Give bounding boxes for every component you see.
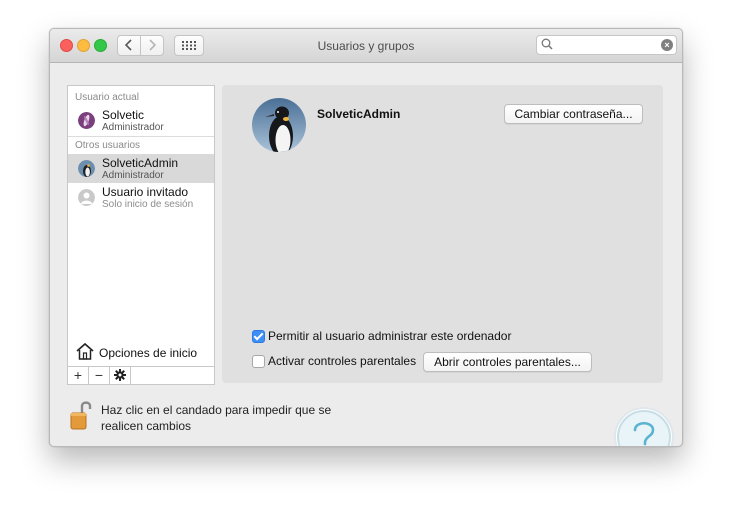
user-role: Administrador [102,170,164,181]
house-icon [76,342,94,360]
parental-controls-row[interactable]: Activar controles parentales [252,354,432,370]
user-row-solveticadmin[interactable]: SolveticAdmin Administrador [68,154,214,183]
search-field[interactable]: × [536,35,677,55]
penguin-avatar-icon [78,160,95,177]
user-row-guest[interactable]: Usuario invitado Solo inicio de sesión [68,183,214,212]
title-bar: Usuarios y grupos × [50,29,682,63]
lock-instructions: Haz clic en el candado para impedir que … [101,402,361,434]
watermark-logo [616,409,672,446]
user-detail-panel: SolveticAdmin Cambiar contraseña... Perm… [222,85,663,383]
allow-admin-checkbox[interactable] [252,330,265,343]
selected-user-name: SolveticAdmin [317,107,401,121]
add-user-button[interactable]: + [68,367,89,384]
current-user-header: Usuario actual [75,92,139,103]
gear-icon [114,369,126,381]
user-role: Solo inicio de sesión [102,199,194,210]
user-name: Solvetic [102,108,145,122]
other-users-header: Otros usuarios [75,140,141,151]
user-name: SolveticAdmin [102,156,179,170]
allow-admin-row[interactable]: Permitir al usuario administrar este ord… [252,329,532,345]
user-list-toolbar: + − [67,366,215,385]
login-options-item[interactable]: Opciones de inicio [67,338,215,367]
lock-text-line2: realicen cambios [101,419,192,433]
user-name: Usuario invitado [102,185,189,199]
login-options-label: Opciones de inicio [99,346,198,360]
user-role: Administrador [102,122,164,133]
divider [68,136,214,137]
remove-user-button[interactable]: − [89,367,110,384]
user-row-current[interactable]: Solvetic Administrador [68,106,214,135]
parental-controls-checkbox[interactable] [252,355,265,368]
parental-controls-label: Activar controles parentales [268,354,417,368]
penguin-avatar-large[interactable] [252,98,306,152]
allow-admin-label: Permitir al usuario administrar este ord… [268,329,512,343]
user-list: Usuario actual Solvetic Administrador Ot… [67,85,215,339]
search-icon [541,38,553,50]
clear-search-icon[interactable]: × [661,39,673,51]
change-password-button[interactable]: Cambiar contraseña... [504,104,643,124]
flower-avatar-icon [78,112,95,129]
open-parental-controls-button[interactable]: Abrir controles parentales... [423,352,592,372]
unlocked-padlock-icon[interactable] [70,399,92,431]
action-menu-button[interactable] [110,367,131,384]
preferences-window: Usuarios y grupos × Usuario actual Solve… [49,28,683,447]
lock-text-line1: Haz clic en el candado para impedir que … [101,403,332,417]
guest-avatar-icon [78,189,95,206]
